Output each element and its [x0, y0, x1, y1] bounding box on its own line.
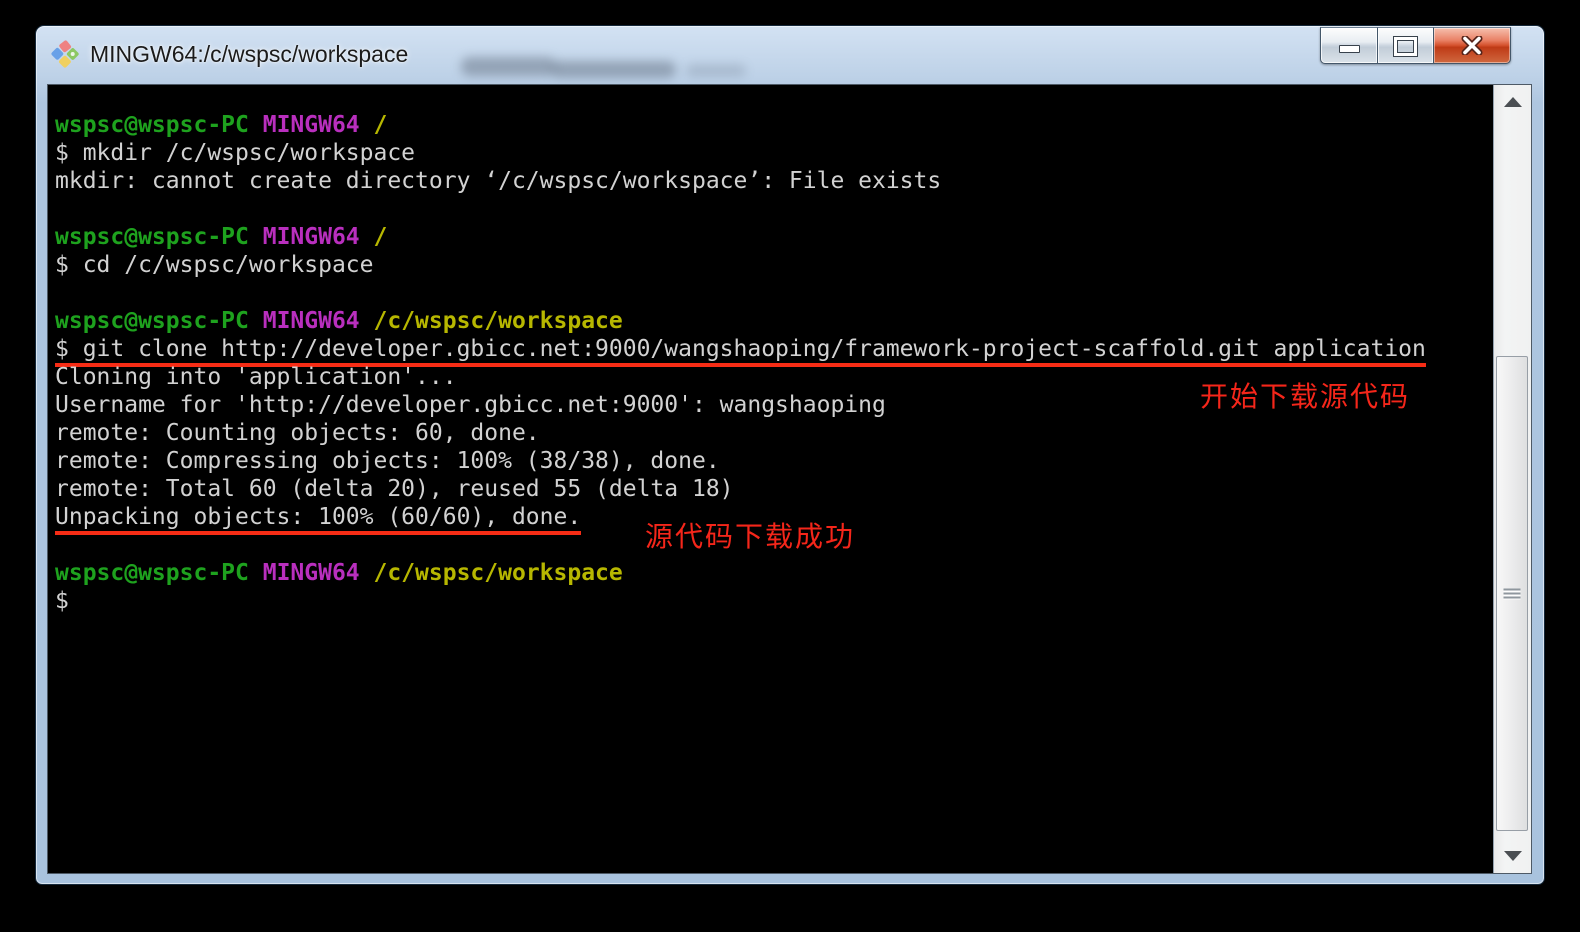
arrow-down-icon	[1504, 851, 1522, 861]
console-client-area: wspsc@wspsc-PC MINGW64 /$ mkdir /c/wspsc…	[47, 84, 1532, 874]
scroll-down-button[interactable]	[1494, 841, 1531, 871]
terminal-line: remote: Compressing objects: 100% (38/38…	[55, 447, 1485, 475]
terminal-text-segment: Cloning into 'application'...	[55, 364, 457, 390]
annotation-clone-start: 开始下载源代码	[1200, 375, 1410, 415]
minimize-button[interactable]	[1320, 27, 1377, 64]
maximize-button[interactable]	[1377, 27, 1434, 64]
vertical-scrollbar[interactable]	[1493, 85, 1531, 873]
terminal-window: MINGW64:/c/wspsc/workspace wspsc@wspsc-P…	[35, 25, 1545, 885]
terminal-text-segment: MINGW64	[249, 308, 360, 334]
terminal-text-segment: wspsc@wspsc-PC	[55, 560, 249, 586]
terminal-text-segment: $ cd /c/wspsc/workspace	[55, 252, 374, 278]
terminal-text-segment: MINGW64	[249, 112, 360, 138]
terminal-text-segment: /c/wspsc/workspace	[360, 560, 623, 586]
terminal-text-segment: wspsc@wspsc-PC	[55, 112, 249, 138]
close-button[interactable]	[1434, 27, 1511, 64]
terminal-line	[55, 195, 1485, 223]
terminal-text-segment: remote: Total 60 (delta 20), reused 55 (…	[55, 476, 734, 502]
terminal-line	[55, 279, 1485, 307]
terminal-text-segment: MINGW64	[249, 224, 360, 250]
terminal-text-segment: MINGW64	[249, 560, 360, 586]
maximize-icon	[1394, 37, 1417, 56]
terminal-text-segment: /	[360, 112, 388, 138]
minimize-icon	[1339, 45, 1360, 53]
terminal-text-segment: mkdir: cannot create directory ‘/c/wspsc…	[55, 168, 941, 194]
terminal-line: remote: Total 60 (delta 20), reused 55 (…	[55, 475, 1485, 503]
terminal-text-segment: /	[360, 224, 388, 250]
terminal-line: $ mkdir /c/wspsc/workspace	[55, 139, 1485, 167]
terminal-line: wspsc@wspsc-PC MINGW64 /c/wspsc/workspac…	[55, 559, 1485, 587]
aero-glass-smudge	[551, 61, 676, 78]
terminal-text-segment: /c/wspsc/workspace	[360, 308, 623, 334]
terminal-text-segment: $ mkdir /c/wspsc/workspace	[55, 140, 415, 166]
terminal-text-segment: remote: Compressing objects: 100% (38/38…	[55, 448, 720, 474]
grip-lines-icon	[1504, 588, 1521, 599]
scrollbar-thumb[interactable]	[1496, 356, 1528, 831]
terminal-text-segment: $	[55, 588, 69, 614]
terminal-text-segment: wspsc@wspsc-PC	[55, 308, 249, 334]
app-icon	[51, 40, 79, 68]
window-title: MINGW64:/c/wspsc/workspace	[90, 41, 408, 68]
terminal-line: wspsc@wspsc-PC MINGW64 /	[55, 111, 1485, 139]
terminal-line: wspsc@wspsc-PC MINGW64 /	[55, 223, 1485, 251]
aero-glass-smudge	[461, 57, 556, 76]
annotation-download-success: 源代码下载成功	[645, 515, 855, 555]
terminal-text-segment: Username for 'http://developer.gbicc.net…	[55, 392, 886, 418]
aero-glass-smudge	[686, 64, 746, 77]
terminal-output[interactable]: wspsc@wspsc-PC MINGW64 /$ mkdir /c/wspsc…	[48, 85, 1493, 873]
scroll-up-button[interactable]	[1494, 87, 1531, 117]
close-x-icon	[1460, 36, 1484, 55]
terminal-text-segment: Unpacking objects: 100% (60/60), done.	[55, 504, 581, 535]
terminal-text-segment: remote: Counting objects: 60, done.	[55, 420, 540, 446]
terminal-line: remote: Counting objects: 60, done.	[55, 419, 1485, 447]
terminal-line: mkdir: cannot create directory ‘/c/wspsc…	[55, 167, 1485, 195]
terminal-text-segment: wspsc@wspsc-PC	[55, 224, 249, 250]
terminal-line: $	[55, 587, 1485, 615]
terminal-line: wspsc@wspsc-PC MINGW64 /c/wspsc/workspac…	[55, 307, 1485, 335]
window-controls	[1320, 27, 1511, 65]
arrow-up-icon	[1504, 97, 1522, 107]
title-bar[interactable]: MINGW64:/c/wspsc/workspace	[36, 26, 1544, 84]
terminal-line: $ cd /c/wspsc/workspace	[55, 251, 1485, 279]
terminal-line: $ git clone http://developer.gbicc.net:9…	[55, 335, 1485, 363]
